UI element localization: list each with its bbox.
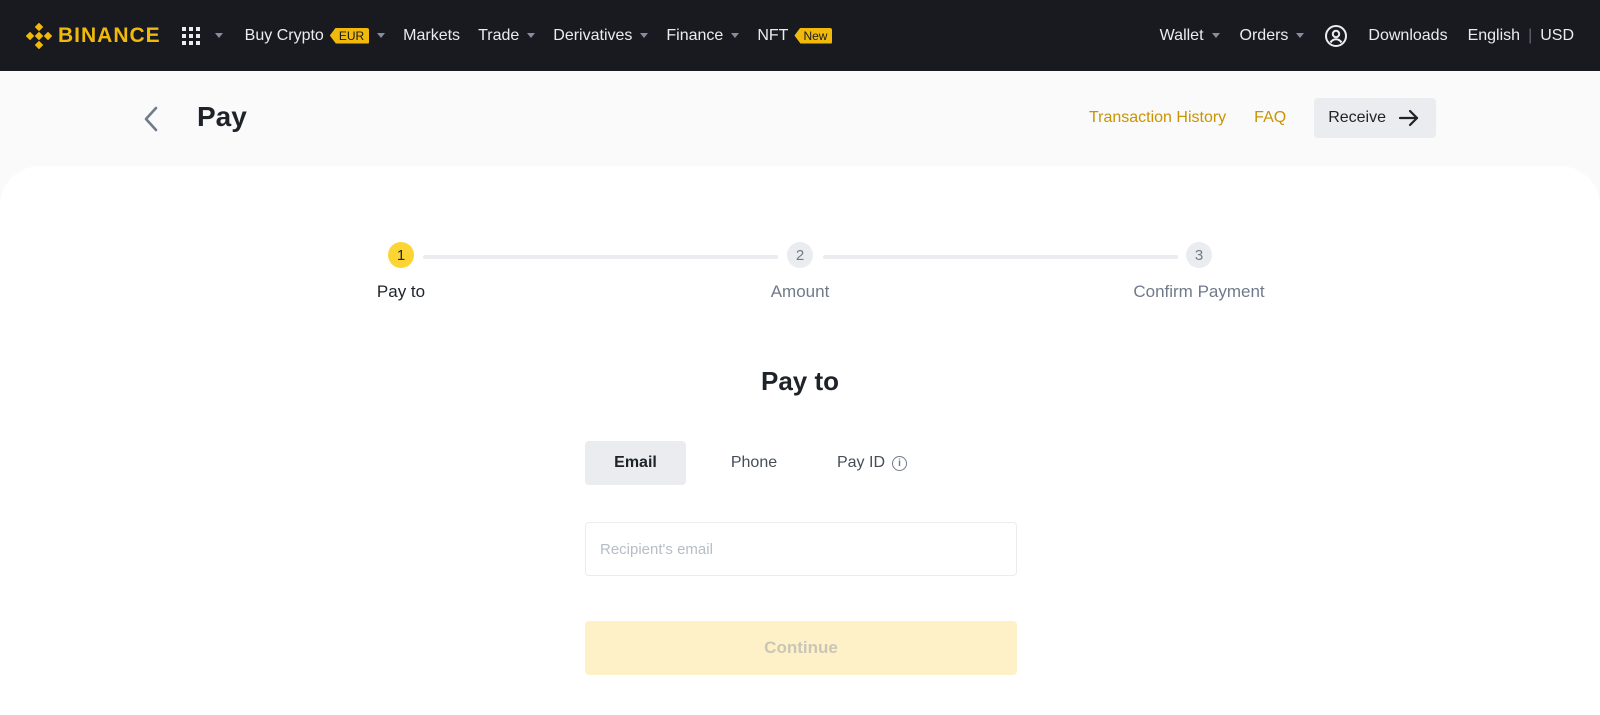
header-actions: Transaction History FAQ Receive [1089,98,1436,138]
nav-item-wallet[interactable]: Wallet [1160,27,1220,45]
top-nav: BINANCE Buy Crypto EUR Markets Trade Der… [0,0,1600,71]
transaction-history-link[interactable]: Transaction History [1089,109,1226,127]
receive-label: Receive [1328,109,1386,126]
nav-right: Wallet Orders Downloads English | USD [1160,24,1574,48]
step-1-indicator: 1 [388,242,414,268]
nav-item-trade[interactable]: Trade [478,26,536,45]
tab-pay-id[interactable]: Pay ID i [822,441,922,485]
page-title: Pay [197,101,247,132]
nav-item-finance[interactable]: Finance [666,26,740,45]
apps-menu[interactable] [181,26,223,46]
binance-logo-icon [26,22,52,49]
pay-card: 1 2 3 Pay to Amount Confirm Payment Pay … [0,166,1600,715]
nav-item-downloads[interactable]: Downloads [1368,27,1447,45]
nav-item-label: Markets [403,26,461,44]
caret-down-icon [527,33,536,38]
arrow-right-icon [1398,109,1419,127]
caret-down-icon [377,33,386,38]
grid-icon [181,26,200,45]
nav-item-orders[interactable]: Orders [1240,27,1305,45]
nav-item-label: NFT [757,26,789,44]
caret-down-icon [640,33,649,38]
language-label: English [1467,26,1521,44]
nav-item-label: Trade [478,26,520,44]
nav-item-derivatives[interactable]: Derivatives [553,26,649,45]
nav-item-nft[interactable]: NFT New [757,26,833,45]
faq-link[interactable]: FAQ [1254,109,1286,127]
nav-menu: Buy Crypto EUR Markets Trade Derivatives… [245,27,833,45]
info-icon[interactable]: i [892,455,907,471]
nav-item-label: Downloads [1368,26,1448,44]
nav-item-buy-crypto[interactable]: Buy Crypto EUR [244,26,386,45]
chevron-left-icon [144,106,158,132]
language-currency-selector[interactable]: English | USD [1468,27,1574,45]
divider: | [1528,26,1533,44]
caret-down-icon [1211,33,1220,38]
nav-item-markets[interactable]: Markets [403,27,460,45]
step-connector [423,255,778,259]
user-icon [1325,24,1348,47]
nav-item-label: Derivatives [553,26,633,44]
step-3-indicator: 3 [1186,242,1212,268]
currency-badge: EUR [329,27,370,44]
profile-button[interactable] [1324,24,1348,48]
recipient-email-input[interactable] [585,522,1017,576]
tab-phone[interactable]: Phone [686,441,822,485]
step-2-label: Amount [770,282,830,301]
caret-down-icon [1296,33,1305,38]
tab-label: Pay ID [836,454,885,471]
receive-button[interactable]: Receive [1314,98,1436,138]
nav-item-label: Wallet [1159,26,1204,44]
nav-item-label: Orders [1239,26,1289,44]
step-3-label: Confirm Payment [1133,282,1265,301]
tab-email[interactable]: Email [585,441,686,485]
page-header: Pay Transaction History FAQ Receive [0,71,1600,166]
caret-down-icon [214,33,223,38]
new-badge: New [794,27,833,44]
logo-text: BINANCE [58,23,161,47]
currency-label: USD [1540,26,1574,44]
recipient-type-tabs: Email Phone Pay ID i [585,441,922,485]
nav-item-label: Finance [666,26,724,44]
step-1-label: Pay to [376,282,426,301]
section-title: Pay to [760,366,840,396]
continue-button[interactable]: Continue [585,621,1017,675]
back-button[interactable] [140,105,164,133]
step-2-indicator: 2 [787,242,813,268]
nav-item-label: Buy Crypto [244,26,324,44]
binance-logo[interactable]: BINANCE [26,22,161,49]
caret-down-icon [731,33,740,38]
step-connector [823,255,1178,259]
